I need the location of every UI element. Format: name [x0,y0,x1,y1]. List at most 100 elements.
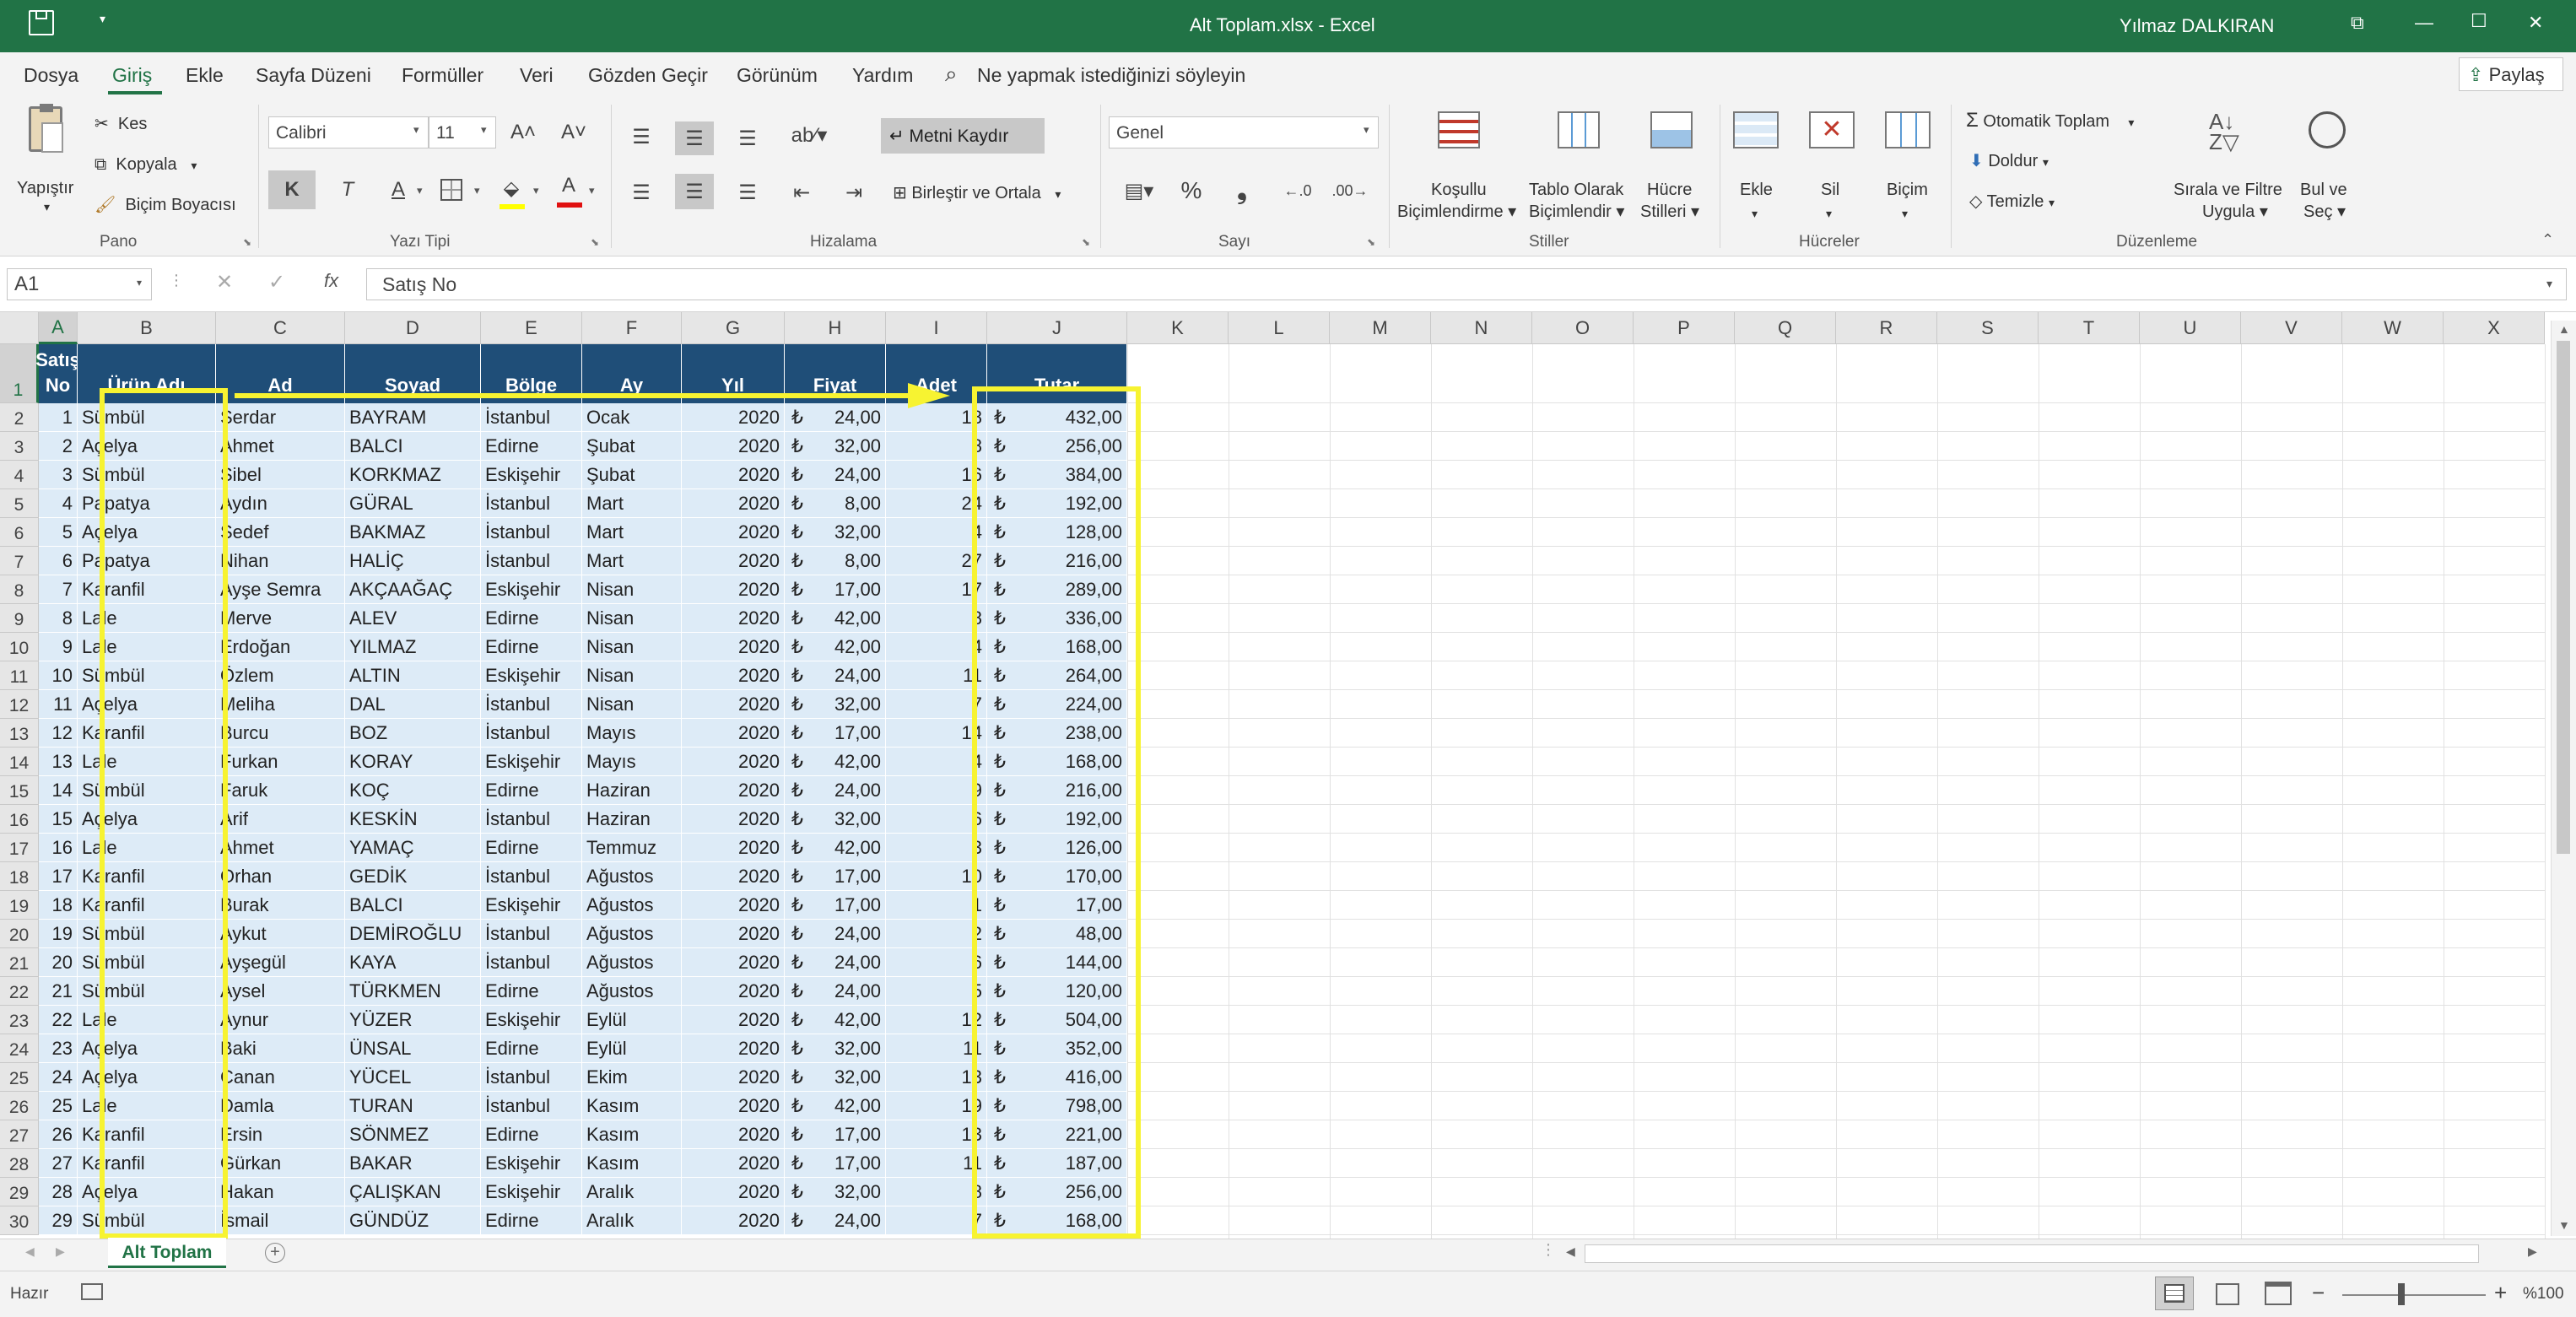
column-header-d[interactable]: D [345,312,481,344]
cell[interactable]: İstanbul [481,719,582,748]
cell[interactable]: Papatya [78,489,216,518]
underline-dropdown-icon[interactable]: ▾ [417,184,423,197]
cell[interactable]: İstanbul [481,805,582,834]
cell[interactable]: 4 [886,518,987,547]
h-scroll-right-icon[interactable]: ▶ [2528,1244,2537,1259]
cell[interactable]: 20 [39,948,78,977]
font-color-button[interactable]: A [554,169,584,202]
cell[interactable]: Mart [582,518,682,547]
cell[interactable]: 2 [886,920,987,948]
cell[interactable]: ₺ 32,00 [785,432,886,461]
cell[interactable]: ₺ 24,00 [785,461,886,489]
column-header-v[interactable]: V [2241,312,2342,344]
cell[interactable]: ÜNSAL [345,1034,481,1063]
tab-gozden-gecir[interactable]: Gözden Geçir [588,64,708,87]
row-header-10[interactable]: 10 [0,633,39,661]
column-header-p[interactable]: P [1634,312,1735,344]
paste-button[interactable]: Yapıştır ▾ [12,104,83,216]
cut-button[interactable]: ✂ Kes [95,115,147,133]
tab-dosya[interactable]: Dosya [24,64,78,87]
cell[interactable]: 28 [39,1178,78,1206]
name-box[interactable]: A1 [7,268,152,300]
cell[interactable]: Aykut [216,920,345,948]
column-header-c[interactable]: C [216,312,345,344]
cell[interactable]: 2020 [682,1092,785,1120]
cell[interactable]: Mart [582,547,682,575]
scroll-up-icon[interactable]: ▲ [2558,322,2570,336]
cell[interactable]: Mayıs [582,748,682,776]
number-format-dropdown-icon[interactable]: ▾ [1364,123,1369,137]
cell[interactable]: Kasım [582,1120,682,1149]
row-header-1[interactable]: 1 [0,344,39,403]
cell[interactable]: SÖNMEZ [345,1120,481,1149]
cell[interactable]: ₺ 24,00 [785,977,886,1006]
cell[interactable]: Erdoğan [216,633,345,661]
cell[interactable]: 2020 [682,776,785,805]
column-header-o[interactable]: O [1532,312,1634,344]
tab-gorunum[interactable]: Görünüm [737,64,818,87]
cell[interactable]: Lale [78,834,216,862]
cell[interactable]: ₺ 798,00 [987,1092,1127,1120]
cell[interactable]: YÜZER [345,1006,481,1034]
cell[interactable]: Ersin [216,1120,345,1149]
cell[interactable]: KORAY [345,748,481,776]
cell[interactable]: 26 [39,1120,78,1149]
conditional-formatting-button[interactable]: Koşullu Biçimlendirme ▾ [1397,111,1524,221]
cell[interactable]: Ağustos [582,920,682,948]
bold-button[interactable]: K [268,170,316,209]
scroll-thumb[interactable] [2557,341,2570,854]
cell[interactable]: ₺ 8,00 [785,489,886,518]
cell[interactable]: 27 [886,547,987,575]
cell[interactable]: 4 [39,489,78,518]
cell[interactable]: Canan [216,1063,345,1092]
accounting-format-icon[interactable]: ▤▾ [1115,174,1163,208]
cell[interactable]: ₺ 17,00 [785,719,886,748]
insert-function-icon[interactable]: fx [324,270,338,292]
tell-me-search[interactable]: Ne yapmak istediğinizi söyleyin [977,64,1245,87]
add-sheet-icon[interactable]: + [265,1243,285,1263]
sort-filter-button[interactable]: A↓ Z▽ Sırala ve Filtre Uygula ▾ [2174,111,2287,221]
cell[interactable]: Edirne [481,776,582,805]
column-header-i[interactable]: I [886,312,987,344]
cell[interactable]: Aynur [216,1006,345,1034]
normal-view-icon[interactable] [2155,1277,2194,1310]
cell[interactable]: Edirne [481,1120,582,1149]
cell[interactable]: ₺ 24,00 [785,948,886,977]
row-header-3[interactable]: 3 [0,432,39,461]
cell[interactable]: Sedef [216,518,345,547]
cell[interactable]: ₺ 24,00 [785,403,886,432]
cell[interactable]: 6 [886,805,987,834]
cell[interactable]: ₺ 32,00 [785,805,886,834]
cell[interactable]: 8 [886,604,987,633]
cell[interactable]: 12 [39,719,78,748]
row-header-13[interactable]: 13 [0,719,39,748]
cell[interactable]: 2020 [682,518,785,547]
row-header-18[interactable]: 18 [0,862,39,891]
row-header-11[interactable]: 11 [0,661,39,690]
cell[interactable]: Karanfil [78,575,216,604]
cell[interactable]: 27 [39,1149,78,1178]
row-header-4[interactable]: 4 [0,461,39,489]
delete-cells-button[interactable]: ✕ Sil ▾ [1806,111,1856,221]
fill-color-dropdown-icon[interactable]: ▾ [533,184,539,197]
cell[interactable]: 6 [39,547,78,575]
cell[interactable]: 22 [39,1006,78,1034]
cell[interactable]: 3 [39,461,78,489]
cell[interactable]: Lale [78,633,216,661]
share-button[interactable]: ⇪ Paylaş [2459,57,2563,91]
cell[interactable]: 2020 [682,948,785,977]
cell[interactable]: 14 [39,776,78,805]
pano-launcher-icon[interactable]: ⬊ [243,236,251,248]
cell[interactable]: KORKMAZ [345,461,481,489]
cell[interactable]: Nisan [582,604,682,633]
merge-center-button[interactable]: ⊞ Birleştir ve Ortala ▾ [893,184,1061,203]
expand-formula-icon[interactable]: ▾ [2546,277,2552,291]
cell[interactable]: KESKİN [345,805,481,834]
cell[interactable]: Açelya [78,1034,216,1063]
zoom-slider-thumb[interactable] [2398,1283,2405,1305]
cell[interactable]: Baki [216,1034,345,1063]
row-header-30[interactable]: 30 [0,1206,39,1235]
cell[interactable]: 14 [886,719,987,748]
cell[interactable]: Ağustos [582,862,682,891]
cell[interactable]: 19 [886,1092,987,1120]
